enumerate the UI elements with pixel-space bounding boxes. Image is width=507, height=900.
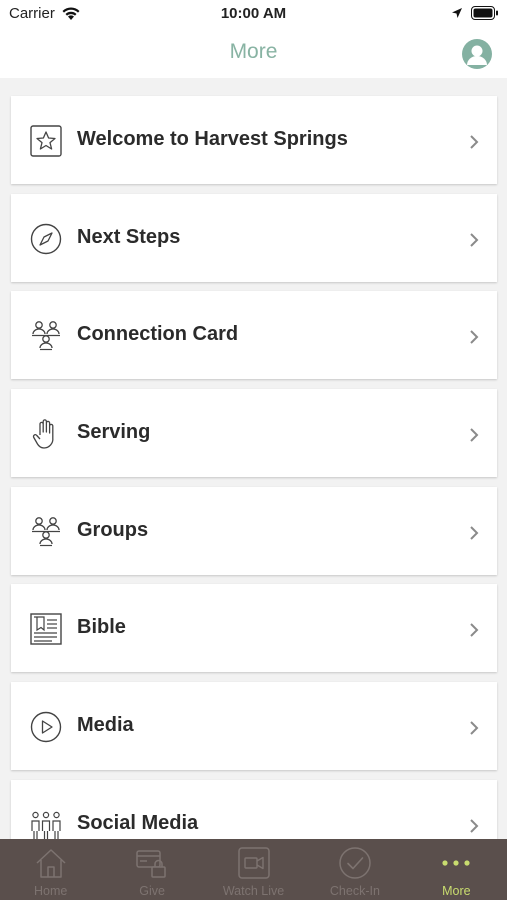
menu-item-serving[interactable]: Serving <box>11 389 497 478</box>
status-time: 10:00 AM <box>220 5 287 22</box>
chevron-right-icon <box>469 329 479 345</box>
chevron-right-icon <box>469 232 479 248</box>
menu-item-next-steps[interactable]: Next Steps <box>11 193 497 282</box>
tab-give[interactable]: Give <box>101 839 202 900</box>
tab-more[interactable]: More <box>406 839 507 900</box>
tab-label: Give <box>139 884 165 898</box>
people-group-icon <box>30 516 62 548</box>
menu-item-label: Next Steps <box>77 225 181 248</box>
menu-item-connection-card[interactable]: Connection Card <box>11 291 497 380</box>
status-right <box>451 6 499 20</box>
page-title: More <box>229 40 278 63</box>
tab-watch-live[interactable]: Watch Live <box>203 839 304 900</box>
menu-item-groups[interactable]: Groups <box>11 486 497 575</box>
tab-label: More <box>442 884 471 898</box>
battery-icon <box>471 6 499 20</box>
location-arrow-icon <box>451 7 463 19</box>
chevron-right-icon <box>469 525 479 541</box>
tab-check-in[interactable]: Check-In <box>304 839 405 900</box>
profile-button[interactable] <box>462 39 492 69</box>
menu-item-label: Media <box>77 714 134 737</box>
tab-label: Home <box>34 884 68 898</box>
menu-item-media[interactable]: Media <box>11 682 497 771</box>
home-icon <box>34 846 68 880</box>
menu-item-label: Serving <box>77 421 151 444</box>
menu-item-label: Welcome to Harvest Springs <box>77 128 348 150</box>
menu-item-label: Social Media <box>77 811 199 834</box>
video-icon <box>237 846 271 880</box>
menu-list: Welcome to Harvest Springs Next Steps Co… <box>11 96 497 878</box>
book-icon <box>30 613 62 646</box>
wallet-lock-icon <box>135 846 169 880</box>
menu-item-label: Connection Card <box>77 323 239 346</box>
more-dots-icon <box>439 846 473 880</box>
people-row-icon <box>30 809 62 841</box>
play-icon <box>30 711 62 743</box>
tab-label: Watch Live <box>222 884 285 898</box>
star-icon <box>30 125 62 157</box>
menu-item-label: Groups <box>77 518 149 541</box>
menu-item-bible[interactable]: Bible <box>11 584 497 673</box>
status-bar: Carrier 10:00 AM <box>0 0 507 28</box>
chevron-right-icon <box>469 134 479 150</box>
compass-icon <box>30 223 62 255</box>
tab-home[interactable]: Home <box>0 839 101 900</box>
menu-item-label: Bible <box>77 616 126 639</box>
tab-bar: Home Give Watch Live Check-In More <box>0 839 507 900</box>
chevron-right-icon <box>469 427 479 443</box>
user-profile-icon <box>463 40 491 68</box>
chevron-right-icon <box>469 818 479 834</box>
check-circle-icon <box>338 846 372 880</box>
nav-bar: More <box>0 28 507 78</box>
chevron-right-icon <box>469 622 479 638</box>
tab-label: Check-In <box>329 884 380 898</box>
chevron-right-icon <box>469 720 479 736</box>
people-group-icon <box>30 320 62 352</box>
hand-icon <box>30 418 62 450</box>
menu-item-welcome[interactable]: Welcome to Harvest Springs <box>11 96 497 184</box>
